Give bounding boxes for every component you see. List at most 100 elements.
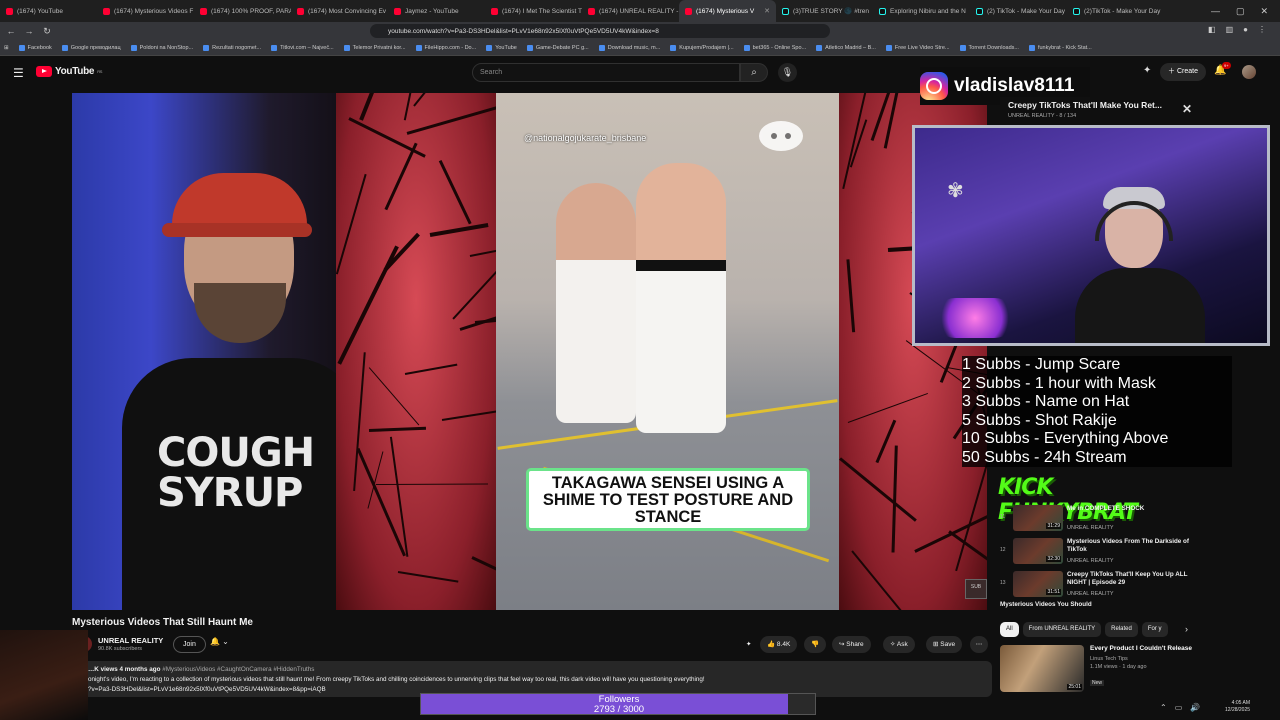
menu-icon[interactable]: ⋮ bbox=[1258, 25, 1266, 34]
minimize-icon[interactable]: — bbox=[1211, 6, 1220, 17]
tree-branch bbox=[438, 159, 472, 225]
bookmark-item[interactable]: Telemor Privatni kor... bbox=[343, 44, 406, 51]
browser-tab[interactable]: (2)TikTok - Make Your Day bbox=[1067, 0, 1164, 22]
bookmark-item[interactable]: Google преводилац bbox=[61, 44, 121, 51]
dislike-button[interactable]: 👎 bbox=[804, 636, 827, 653]
bookmark-item[interactable]: Titlovi.com – Največ... bbox=[271, 44, 334, 51]
sub-goal-item: 2 Subbs - 1 hour with Mask bbox=[962, 374, 1156, 392]
filter-chip[interactable]: From UNREAL REALITY bbox=[1022, 622, 1102, 637]
create-button[interactable]: ＋ Create bbox=[1160, 63, 1206, 81]
bookmark-favicon-icon bbox=[61, 44, 68, 51]
subscribe-watermark[interactable]: SUB bbox=[965, 579, 987, 599]
sub-goal-item: 50 Subbs - 24h Stream bbox=[962, 448, 1127, 466]
share-button[interactable]: ↪ Share bbox=[832, 636, 871, 653]
playlist-title[interactable]: Me in COMPLETE SHOCK bbox=[1067, 505, 1199, 513]
youtube-logo[interactable]: YouTube RS bbox=[36, 66, 102, 77]
browser-tab[interactable]: (1674) Mysterious Videos F bbox=[97, 0, 194, 22]
forward-icon[interactable]: → bbox=[22, 26, 36, 36]
instagram-handle: vladislav8111 bbox=[954, 75, 1075, 96]
maximize-icon[interactable]: ▢ bbox=[1236, 6, 1245, 17]
notification-bell-icon[interactable]: 🔔 ⌄ bbox=[210, 637, 229, 652]
close-icon[interactable]: ✕ bbox=[1182, 102, 1192, 116]
cast-icon[interactable]: ✦ bbox=[1143, 65, 1151, 76]
more-actions-icon[interactable]: ⋯ bbox=[970, 636, 988, 653]
recommended-meta: 1.1M views · 1 day ago bbox=[1090, 664, 1147, 670]
ai-sparkle-icon[interactable]: ✦ bbox=[746, 636, 751, 653]
browser-tab[interactable]: (2) TikTok - Make Your Day bbox=[970, 0, 1067, 22]
apps-grid-icon[interactable]: ⊞ bbox=[4, 45, 9, 51]
reload-icon[interactable]: ↻ bbox=[40, 26, 54, 37]
playlist-thumbnail[interactable]: 31:29 bbox=[1013, 505, 1063, 531]
description-text: onight's video, I'm reacting to a collec… bbox=[88, 676, 705, 683]
bookmark-item[interactable]: Download music, m... bbox=[598, 44, 660, 51]
browser-tab[interactable]: (1674) YouTube bbox=[0, 0, 97, 22]
browser-tab[interactable]: Exploring Nibiru and the N bbox=[873, 0, 970, 22]
ask-button[interactable]: ✧ Ask bbox=[883, 636, 915, 653]
display-icon[interactable]: ▭ bbox=[1175, 703, 1183, 712]
menu-hamburger-icon[interactable]: ☰ bbox=[13, 66, 24, 80]
bookmark-item[interactable]: Rezultati nogomet... bbox=[203, 44, 261, 51]
bookmark-item[interactable]: Atletico Madrid – B... bbox=[816, 44, 876, 51]
browser-tab[interactable]: (1674) UNREAL REALITY - Y bbox=[582, 0, 679, 22]
chevron-right-icon[interactable]: › bbox=[1185, 624, 1188, 634]
tab-label: (1674) 100% PROOF, PARA bbox=[211, 7, 291, 15]
bookmark-item[interactable]: Poldoni na NonStop... bbox=[130, 44, 193, 51]
hashtags[interactable]: #MysteriousVideos #CaughtOnCamera #Hidde… bbox=[162, 666, 314, 673]
volume-icon[interactable]: 🔊 bbox=[1190, 703, 1200, 712]
playlist-item[interactable]: 11 31:29 Me in COMPLETE SHOCK UNREAL REALIT… bbox=[1000, 505, 1200, 538]
search-input[interactable]: Search bbox=[472, 63, 740, 82]
playlist-item[interactable]: 13 31:51 Creepy TikToks That'll Keep You U… bbox=[1000, 571, 1200, 604]
recommended-channel[interactable]: Linus Tech Tips bbox=[1090, 655, 1192, 663]
back-icon[interactable]: ← bbox=[4, 26, 18, 36]
extension-icon[interactable]: ◧ bbox=[1208, 25, 1216, 34]
filter-chip[interactable]: Related bbox=[1105, 622, 1138, 637]
bookmark-item[interactable]: YouTube bbox=[486, 44, 517, 51]
browser-tab[interactable]: (1674) 100% PROOF, PARA bbox=[194, 0, 291, 22]
bookmark-item[interactable]: Facebook bbox=[18, 44, 52, 51]
video-description[interactable]: …K views 4 months ago #MysteriousVideos … bbox=[72, 661, 992, 697]
browser-tab[interactable]: (1674) Most Convincing Ev bbox=[291, 0, 388, 22]
bookmark-item[interactable]: funkybrat - Kick Stat... bbox=[1028, 44, 1092, 51]
channel-name[interactable]: UNREAL REALITY bbox=[98, 636, 163, 645]
browser-tab[interactable]: (3)TRUE STORY 🌑 #tren bbox=[776, 0, 873, 22]
close-icon[interactable]: ✕ bbox=[1260, 6, 1268, 17]
miniplayer-title[interactable]: Creepy TikToks That'll Make You Ret... bbox=[1008, 100, 1192, 110]
browser-tab[interactable]: (1674) Mysterious V ✕ bbox=[679, 0, 776, 22]
url-input[interactable]: youtube.com/watch?v=Pa3-DS3HDel&list=PLv… bbox=[370, 24, 830, 38]
close-tab-icon[interactable]: ✕ bbox=[764, 7, 770, 15]
miniplayer-header: Creepy TikToks That'll Make You Ret... U… bbox=[1000, 97, 1200, 123]
profile-icon[interactable]: ● bbox=[1243, 25, 1248, 34]
system-clock[interactable]: 4:05 AM 12/28/2025 bbox=[1225, 700, 1250, 714]
voice-search-icon[interactable]: 🎙 bbox=[778, 63, 797, 82]
browser-tab[interactable]: Jaymez - YouTube bbox=[388, 0, 485, 22]
filter-chip[interactable]: All bbox=[1000, 622, 1019, 637]
bookmark-item[interactable]: bet365 - Online Spo... bbox=[743, 44, 806, 51]
playlist-thumbnail[interactable]: 32:30 bbox=[1013, 538, 1063, 564]
search-button[interactable]: ⌕ bbox=[740, 63, 768, 82]
playlist-title[interactable]: Creepy TikToks That'll Keep You Up ALL N… bbox=[1067, 571, 1199, 587]
playlist-title[interactable]: Mysterious Videos From The Darkside of T… bbox=[1067, 538, 1199, 554]
like-button[interactable]: 👍 8.4K bbox=[760, 636, 798, 653]
filter-chip[interactable]: For y bbox=[1141, 622, 1168, 637]
bookmark-item[interactable]: Free Live Video Stre... bbox=[885, 44, 950, 51]
bookmark-item[interactable]: Torrent Downloads... bbox=[959, 44, 1019, 51]
youtube-icon bbox=[685, 7, 692, 15]
join-button[interactable]: Join bbox=[173, 636, 206, 653]
recommended-thumbnail[interactable]: 25:01 bbox=[1000, 645, 1084, 692]
sidebar-icon[interactable]: ▥ bbox=[1226, 25, 1234, 34]
bookmark-item[interactable]: Game-Debate PC g... bbox=[526, 44, 589, 51]
bookmark-item[interactable]: Kupujem/Prodajem |... bbox=[670, 44, 734, 51]
bookmark-item[interactable]: FileHippo.com - Do... bbox=[415, 44, 476, 51]
browser-tab[interactable]: (1674) I Met The Scientist T bbox=[485, 0, 582, 22]
recommended-video[interactable]: 25:01 Every Product I Couldn't Release L… bbox=[1000, 645, 1200, 695]
tree-branch bbox=[883, 93, 909, 149]
account-avatar[interactable] bbox=[1242, 65, 1256, 79]
video-player[interactable]: COUGH SYRUP @nationalgojukarate_brisbane… bbox=[72, 93, 987, 610]
playlist-thumbnail[interactable]: 31:51 bbox=[1013, 571, 1063, 597]
playlist-item[interactable]: 12 32:30 Mysterious Videos From The Darksi… bbox=[1000, 538, 1200, 571]
miniplayer-meta: UNREAL REALITY - 8 / 134 bbox=[1008, 113, 1077, 119]
recommended-title[interactable]: Every Product I Couldn't Release bbox=[1090, 645, 1192, 653]
playlist-next-title[interactable]: Mysterious Videos You Should bbox=[1000, 601, 1092, 608]
chevron-up-icon[interactable]: ⌃ bbox=[1160, 703, 1167, 712]
save-button[interactable]: ⊞ Save bbox=[926, 636, 963, 653]
